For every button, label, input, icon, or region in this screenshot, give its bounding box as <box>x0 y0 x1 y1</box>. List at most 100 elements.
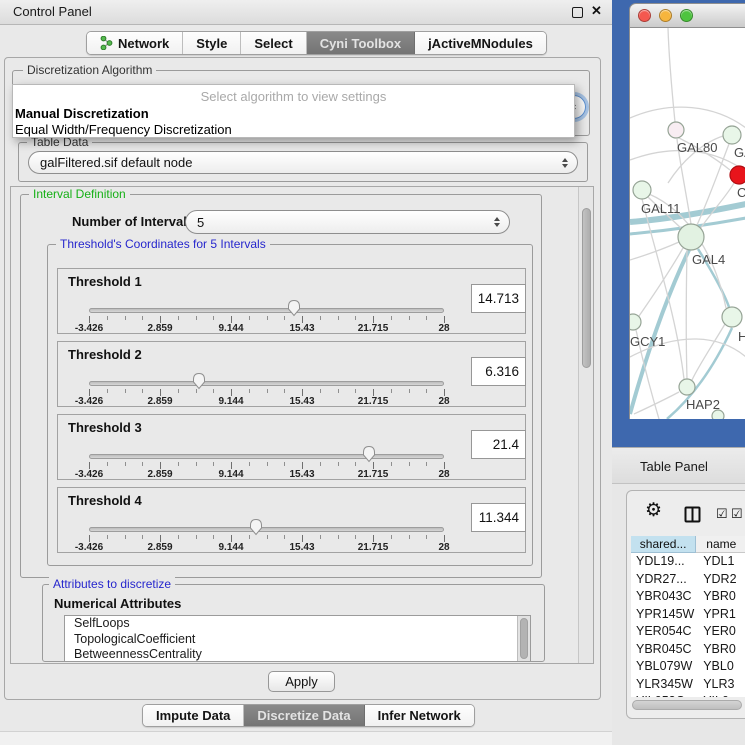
attribute-list-item[interactable]: BetweennessCentrality <box>65 647 530 662</box>
network-node-green[interactable] <box>633 181 651 199</box>
slider-tick <box>231 316 232 323</box>
slider-track[interactable] <box>89 454 444 459</box>
network-edge[interactable] <box>686 250 687 379</box>
dropdown-placeholder-option[interactable]: Select algorithm to view settings <box>13 89 574 104</box>
slider-tick <box>107 316 108 320</box>
tab-discretize-data[interactable]: Discretize Data <box>244 705 364 726</box>
tab-jactivemnodules[interactable]: jActiveMNodules <box>415 32 546 54</box>
tab-infer-network[interactable]: Infer Network <box>365 705 474 726</box>
number-of-intervals-combobox[interactable]: 5 <box>185 210 510 234</box>
table-row[interactable]: YBL079WYBL0 <box>631 658 745 676</box>
table-row[interactable]: YLR345WYLR3 <box>631 676 745 694</box>
slider-tick <box>142 462 143 466</box>
cell-name: YER0 <box>697 623 745 641</box>
slider-tick <box>267 389 268 393</box>
tab-select[interactable]: Select <box>241 32 306 54</box>
attributes-list-scrollbar[interactable] <box>517 616 530 661</box>
cell-shared-name: YBL079W <box>631 658 697 676</box>
slider-tick-label: 15.43 <box>272 469 332 480</box>
checkbox-icon[interactable]: ☑ <box>716 506 728 522</box>
close-panel-icon[interactable]: ✕ <box>591 3 602 19</box>
attributes-list-scrollbar-thumb[interactable] <box>520 618 528 659</box>
network-node-label: GAL80 <box>677 140 717 155</box>
zoom-traffic-light[interactable] <box>680 9 693 22</box>
slider-handle[interactable] <box>191 372 207 390</box>
slider-tick <box>125 462 126 466</box>
cell-name: YPR1 <box>697 606 745 624</box>
network-edge[interactable] <box>630 107 745 128</box>
slider-tick <box>338 316 339 320</box>
apply-button[interactable]: Apply <box>268 671 335 692</box>
threshold-value-input[interactable] <box>471 284 526 313</box>
minimize-traffic-light[interactable] <box>659 9 672 22</box>
cell-name: YLR3 <box>697 676 745 694</box>
tab-cyni-toolbox-label: Cyni Toolbox <box>320 36 401 51</box>
column-header-shared-name[interactable]: shared... <box>631 536 696 553</box>
network-window-titlebar[interactable] <box>629 3 745 28</box>
slider-tick <box>160 316 161 323</box>
vertical-scrollbar-thumb[interactable] <box>582 208 591 368</box>
tab-network-label: Network <box>118 36 169 51</box>
threshold-value-input[interactable] <box>471 357 526 386</box>
checkbox-icon[interactable]: ☑ <box>731 506 743 522</box>
slider-tick <box>444 462 445 469</box>
table-row[interactable]: YDR27...YDR2 <box>631 571 745 589</box>
tab-select-label: Select <box>254 36 292 51</box>
combo-stepper-icon <box>494 217 500 227</box>
network-node-red[interactable] <box>730 166 745 184</box>
network-node-green[interactable] <box>723 126 741 144</box>
network-node-green[interactable] <box>722 307 742 327</box>
slider-tick-label: -3.426 <box>59 396 119 407</box>
tab-impute-data[interactable]: Impute Data <box>143 705 244 726</box>
tab-network[interactable]: Network <box>87 32 183 54</box>
slider-tick <box>409 316 410 320</box>
network-view[interactable]: GAL80GACGAL11GAL4GCY1HHAP2 <box>629 28 745 419</box>
slider-tick-label: 28 <box>414 469 474 480</box>
table-row[interactable]: YDL19...YDL1 <box>631 553 745 571</box>
numerical-attributes-label: Numerical Attributes <box>54 596 181 611</box>
column-header-name[interactable]: name <box>696 536 745 553</box>
table-row[interactable]: YER054CYER0 <box>631 623 745 641</box>
slider-handle[interactable] <box>248 518 264 536</box>
attribute-list-item[interactable]: TopologicalCoefficient <box>65 632 530 648</box>
network-node-pink[interactable] <box>668 122 684 138</box>
float-panel-icon[interactable] <box>572 7 583 18</box>
slider-tick <box>338 535 339 539</box>
table-row[interactable]: YPR145WYPR1 <box>631 606 745 624</box>
slider-track[interactable] <box>89 381 444 386</box>
slider-tick <box>213 389 214 393</box>
slider-tick <box>267 462 268 466</box>
table-row[interactable]: YBR043CYBR0 <box>631 588 745 606</box>
dropdown-option-manual-discretization[interactable]: Manual Discretization <box>13 106 574 121</box>
tab-style-label: Style <box>196 36 227 51</box>
network-node-green-large[interactable] <box>678 224 704 250</box>
cell-name: YDL1 <box>697 553 745 571</box>
slider-tick <box>107 389 108 393</box>
threshold-value-input[interactable] <box>471 503 526 532</box>
slider-tick <box>426 389 427 393</box>
slider-track[interactable] <box>89 308 444 313</box>
table-data-combobox[interactable]: galFiltered.sif default node <box>28 151 578 174</box>
table-row[interactable]: YIL053CYIL0 <box>631 693 745 697</box>
slider-tick <box>213 316 214 320</box>
horizontal-scrollbar-thumb[interactable] <box>632 700 742 710</box>
network-node-green[interactable] <box>630 314 641 330</box>
table-row[interactable]: YBR045CYBR0 <box>631 641 745 659</box>
vertical-scrollbar[interactable] <box>578 187 593 663</box>
slider-tick <box>107 462 108 466</box>
tab-style[interactable]: Style <box>183 32 241 54</box>
gear-icon[interactable]: ⚙ <box>645 501 662 520</box>
split-columns-icon[interactable] <box>684 506 701 528</box>
network-node-green[interactable] <box>679 379 695 395</box>
attribute-list-item[interactable]: SelfLoops <box>65 616 530 632</box>
close-traffic-light[interactable] <box>638 9 651 22</box>
slider-handle[interactable] <box>361 445 377 463</box>
numerical-attributes-list[interactable]: SelfLoopsTopologicalCoefficientBetweenne… <box>64 615 531 662</box>
slider-tick-label: 2.859 <box>130 323 190 334</box>
dropdown-option-equal-width-frequency[interactable]: Equal Width/Frequency Discretization <box>13 122 574 137</box>
tab-cyni-toolbox[interactable]: Cyni Toolbox <box>307 32 415 54</box>
threshold-value-input[interactable] <box>471 430 526 459</box>
slider-handle[interactable] <box>286 299 302 317</box>
slider-track[interactable] <box>89 527 444 532</box>
slider-tick <box>338 389 339 393</box>
